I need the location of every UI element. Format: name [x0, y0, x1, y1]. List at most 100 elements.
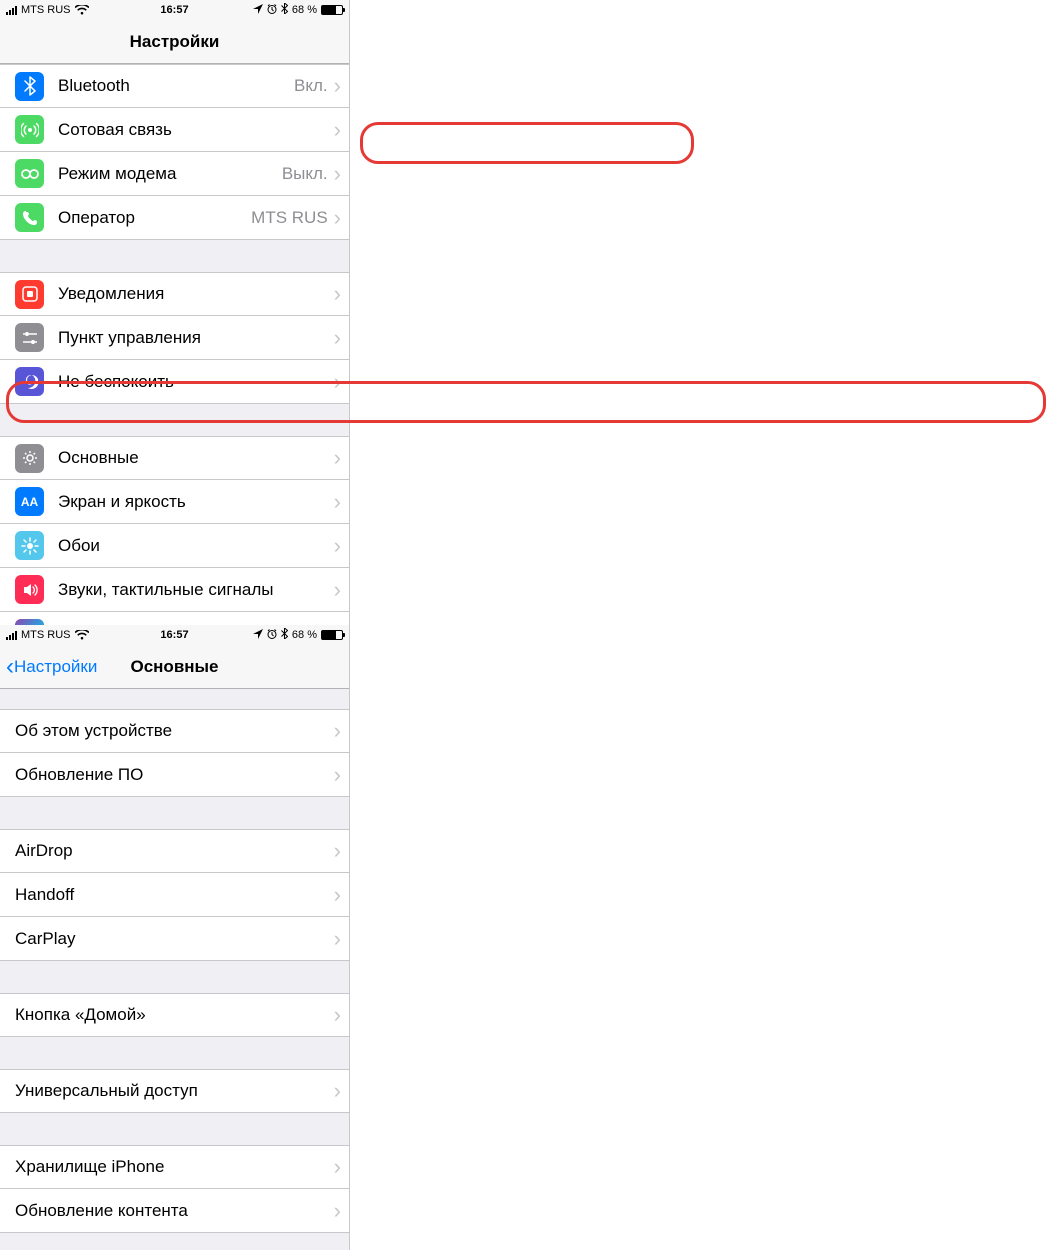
row-wallpaper[interactable]: Обои › — [0, 524, 349, 568]
nav-header: ‹ Настройки Основные — [0, 645, 349, 689]
row-home-button[interactable]: Кнопка «Домой» › — [0, 993, 349, 1037]
chevron-right-icon: › — [334, 840, 341, 862]
chevron-right-icon: › — [334, 75, 341, 97]
cell-label: Универсальный доступ — [15, 1081, 334, 1101]
row-bluetooth[interactable]: Bluetooth Вкл. › — [0, 64, 349, 108]
hotspot-icon — [15, 159, 44, 188]
row-about[interactable]: Об этом устройстве › — [0, 709, 349, 753]
nav-header: Настройки — [0, 20, 349, 64]
cell-label: Уведомления — [58, 284, 334, 304]
alarm-icon — [267, 4, 277, 17]
chevron-right-icon: › — [334, 491, 341, 513]
cell-label: Хранилище iPhone — [15, 1157, 334, 1177]
chevron-right-icon: › — [334, 928, 341, 950]
chevron-right-icon: › — [334, 1156, 341, 1178]
row-cellular[interactable]: Сотовая связь › — [0, 108, 349, 152]
status-time: 16:57 — [160, 629, 188, 641]
chevron-right-icon: › — [334, 207, 341, 229]
page-title: Настройки — [130, 32, 220, 52]
row-hotspot[interactable]: Режим модема Выкл. › — [0, 152, 349, 196]
chevron-right-icon: › — [334, 1004, 341, 1026]
row-sounds[interactable]: Звуки, тактильные сигналы › — [0, 568, 349, 612]
row-control-center[interactable]: Пункт управления › — [0, 316, 349, 360]
sounds-icon — [15, 575, 44, 604]
pane-general: MTS RUS 16:57 68 % ‹ Настройки Основные … — [0, 625, 350, 1250]
alarm-icon — [267, 629, 277, 642]
cell-label: Пункт управления — [58, 328, 334, 348]
wifi-icon — [75, 628, 89, 643]
row-background-refresh[interactable]: Обновление контента › — [0, 1189, 349, 1233]
carrier-label: MTS RUS — [21, 4, 71, 16]
row-accessibility[interactable]: Универсальный доступ › — [0, 1069, 349, 1113]
status-time: 16:57 — [160, 4, 188, 16]
row-airdrop[interactable]: AirDrop › — [0, 829, 349, 873]
wifi-icon — [75, 3, 89, 18]
cell-label: Оператор — [58, 208, 251, 228]
cell-label: Об этом устройстве — [15, 721, 334, 741]
cellular-icon — [15, 115, 44, 144]
pane-settings: MTS RUS 16:57 68 % Настройки — [0, 0, 350, 625]
row-siri[interactable]: Siri и Поиск › — [0, 612, 349, 625]
bluetooth-icon — [281, 3, 288, 17]
cell-label: Режим модема — [58, 164, 282, 184]
chevron-right-icon: › — [334, 579, 341, 601]
row-storage[interactable]: Хранилище iPhone › — [0, 1145, 349, 1189]
highlight-software-update — [360, 122, 694, 164]
row-operator[interactable]: Оператор MTS RUS › — [0, 196, 349, 240]
notifications-icon — [15, 280, 44, 309]
chevron-right-icon: › — [334, 720, 341, 742]
cell-value: MTS RUS — [251, 208, 328, 228]
cell-label: Звуки, тактильные сигналы — [58, 580, 334, 600]
battery-icon — [321, 630, 343, 640]
row-software-update[interactable]: Обновление ПО › — [0, 753, 349, 797]
carrier-label: MTS RUS — [21, 629, 71, 641]
signal-bars-icon — [6, 6, 17, 15]
status-bar: MTS RUS 16:57 68 % — [0, 0, 349, 20]
bluetooth-icon — [281, 628, 288, 642]
cell-label: AirDrop — [15, 841, 334, 861]
row-handoff[interactable]: Handoff › — [0, 873, 349, 917]
back-label: Настройки — [14, 657, 97, 677]
cell-label: Основные — [58, 448, 334, 468]
row-carplay[interactable]: CarPlay › — [0, 917, 349, 961]
cell-value: Выкл. — [282, 164, 328, 184]
cell-value: Вкл. — [294, 76, 328, 96]
cell-label: Bluetooth — [58, 76, 294, 96]
general-list[interactable]: Об этом устройстве › Обновление ПО › Air… — [0, 689, 349, 1250]
chevron-right-icon: › — [334, 163, 341, 185]
chevron-left-icon: ‹ — [6, 655, 14, 679]
control-center-icon — [15, 323, 44, 352]
row-notifications[interactable]: Уведомления › — [0, 272, 349, 316]
chevron-right-icon: › — [334, 119, 341, 141]
general-icon — [15, 444, 44, 473]
bluetooth-app-icon — [15, 72, 44, 101]
chevron-right-icon: › — [334, 371, 341, 393]
root: MTS RUS 16:57 68 % Настройки — [0, 0, 1050, 625]
chevron-right-icon: › — [334, 447, 341, 469]
cell-label: Обои — [58, 536, 334, 556]
cell-label: Обновление ПО — [15, 765, 334, 785]
wallpaper-icon — [15, 531, 44, 560]
row-dnd[interactable]: Не беспокоить › — [0, 360, 349, 404]
chevron-right-icon: › — [334, 535, 341, 557]
row-display[interactable]: AA Экран и яркость › — [0, 480, 349, 524]
cell-label: Обновление контента — [15, 1201, 334, 1221]
settings-list[interactable]: Bluetooth Вкл. › Сотовая связь › Режим м… — [0, 64, 349, 625]
battery-pct: 68 % — [292, 4, 317, 16]
dnd-icon — [15, 367, 44, 396]
cell-label: Handoff — [15, 885, 334, 905]
status-bar: MTS RUS 16:57 68 % — [0, 625, 349, 645]
chevron-right-icon: › — [334, 1080, 341, 1102]
battery-icon — [321, 5, 343, 15]
chevron-right-icon: › — [334, 764, 341, 786]
cell-label: Не беспокоить — [58, 372, 334, 392]
chevron-right-icon: › — [334, 283, 341, 305]
back-button[interactable]: ‹ Настройки — [6, 655, 97, 679]
operator-icon — [15, 203, 44, 232]
display-icon: AA — [15, 487, 44, 516]
location-icon — [253, 4, 263, 17]
signal-bars-icon — [6, 631, 17, 640]
row-general[interactable]: Основные › — [0, 436, 349, 480]
chevron-right-icon: › — [334, 884, 341, 906]
page-title: Основные — [130, 657, 218, 677]
